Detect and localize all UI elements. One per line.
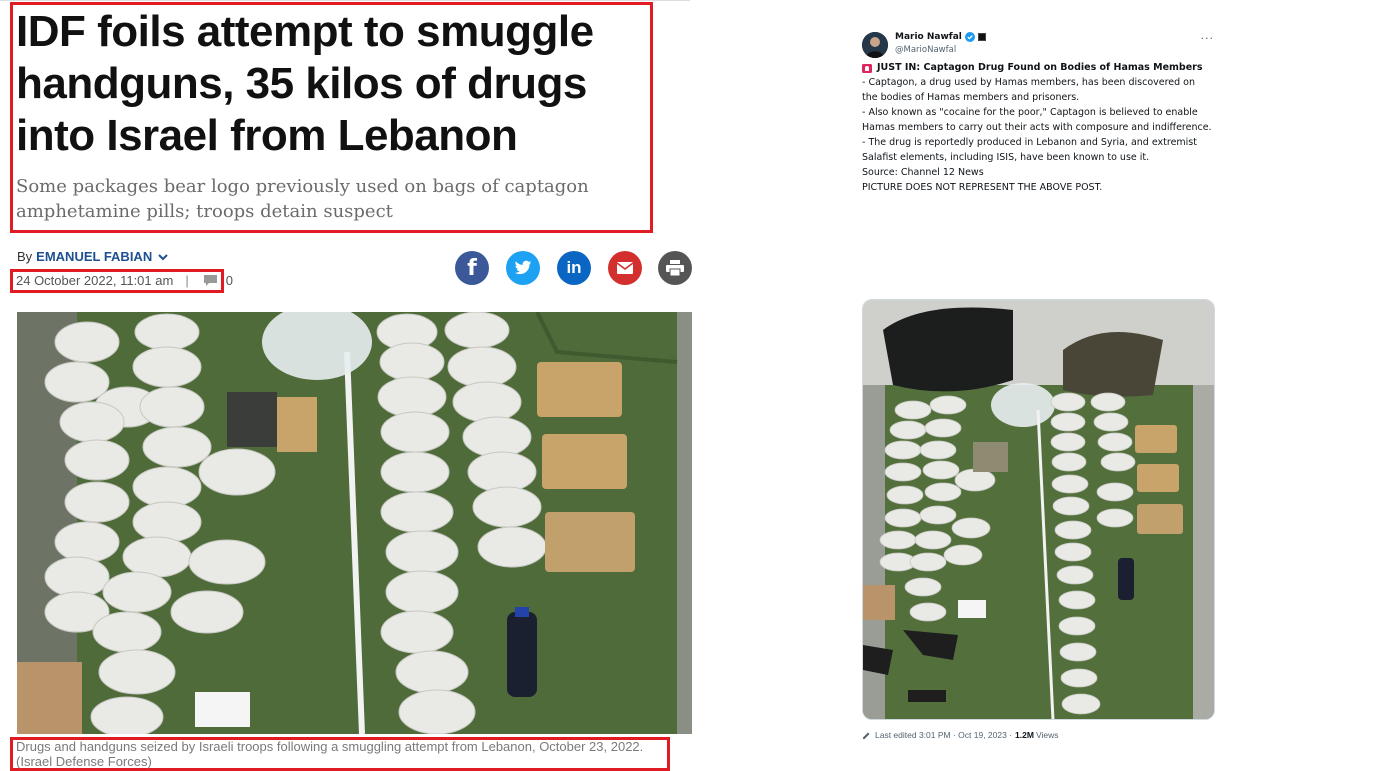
verified-badge-icon bbox=[964, 32, 975, 42]
date-row: 24 October 2022, 11:01 am | 0 bbox=[16, 273, 233, 288]
twitter-icon bbox=[514, 260, 532, 275]
comment-icon[interactable] bbox=[203, 274, 218, 287]
email-share-button[interactable] bbox=[608, 251, 642, 285]
avatar[interactable] bbox=[862, 32, 888, 58]
tweet-paragraph-1: - Captagon, a drug used by Hamas members… bbox=[862, 77, 1196, 103]
tweet-drugs-photo bbox=[863, 300, 1214, 719]
article-headline: IDF foils attempt to smuggle handguns, 3… bbox=[16, 7, 594, 160]
comment-count[interactable]: 0 bbox=[226, 273, 233, 288]
photo-caption: Drugs and handguns seized by Israeli tro… bbox=[16, 739, 644, 769]
tweet-views-label: Views bbox=[1035, 730, 1059, 740]
date-separator: | bbox=[185, 273, 189, 288]
mail-icon bbox=[616, 262, 634, 274]
tweet-disclaimer: PICTURE DOES NOT REPRESENT THE ABOVE POS… bbox=[862, 182, 1103, 193]
article-subhead: Some packages bear logo previously used … bbox=[16, 176, 589, 222]
more-options-icon[interactable]: ··· bbox=[1201, 32, 1215, 45]
tweet-card: Mario Nawfal @MarioNawfal ··· JUST IN: C… bbox=[862, 30, 1216, 195]
publish-date: 24 October 2022, 11:01 am bbox=[16, 273, 174, 288]
author-link[interactable]: EMANUEL FABIAN bbox=[36, 249, 152, 264]
linkedin-icon: in bbox=[566, 258, 582, 277]
top-divider bbox=[0, 0, 690, 1]
tweet-photo[interactable] bbox=[862, 299, 1215, 720]
pencil-icon bbox=[863, 732, 870, 739]
affiliation-badge-icon bbox=[977, 33, 986, 41]
siren-icon bbox=[862, 63, 872, 73]
facebook-icon: f bbox=[467, 255, 477, 281]
print-button[interactable] bbox=[658, 251, 692, 285]
tweet-source: Source: Channel 12 News bbox=[862, 167, 984, 178]
byline: By EMANUEL FABIAN bbox=[17, 249, 169, 264]
tweet-body: JUST IN: Captagon Drug Found on Bodies o… bbox=[862, 60, 1216, 195]
tweet-author-name[interactable]: Mario Nawfal bbox=[895, 32, 962, 42]
tweet-handle[interactable]: @MarioNawfal bbox=[895, 45, 956, 55]
avatar-image bbox=[862, 32, 888, 58]
tweet-lead: JUST IN: Captagon Drug Found on Bodies o… bbox=[862, 60, 1216, 75]
tweet-paragraph-3: - The drug is reportedly produced in Leb… bbox=[862, 137, 1197, 163]
seized-drugs-photo bbox=[17, 312, 692, 734]
tweet-views-count: 1.2M bbox=[1015, 730, 1034, 740]
tweet-edited-time[interactable]: Last edited 3:01 PM · Oct 19, 2023 · bbox=[875, 730, 1012, 740]
article-panel: IDF foils attempt to smuggle handguns, 3… bbox=[0, 0, 700, 771]
linkedin-share-button[interactable]: in bbox=[557, 251, 591, 285]
tweet-author[interactable]: Mario Nawfal bbox=[895, 32, 986, 42]
tweet-paragraph-2: - Also known as "cocaine for the poor," … bbox=[862, 107, 1212, 133]
tweet-header: Mario Nawfal @MarioNawfal ··· bbox=[862, 30, 1216, 60]
tweet-lead-text: JUST IN: Captagon Drug Found on Bodies o… bbox=[877, 62, 1203, 73]
byline-prefix: By bbox=[17, 249, 33, 264]
print-icon bbox=[666, 260, 684, 276]
facebook-share-button[interactable]: f bbox=[455, 251, 489, 285]
chevron-down-icon[interactable] bbox=[157, 251, 169, 263]
tweet-meta: Last edited 3:01 PM · Oct 19, 2023 · 1.2… bbox=[862, 730, 1058, 740]
twitter-share-button[interactable] bbox=[506, 251, 540, 285]
article-photo bbox=[17, 312, 692, 734]
